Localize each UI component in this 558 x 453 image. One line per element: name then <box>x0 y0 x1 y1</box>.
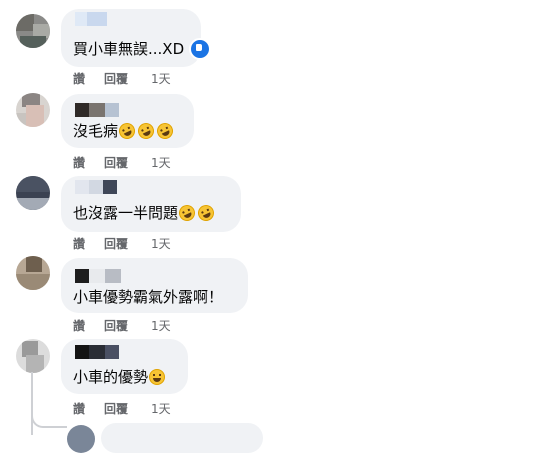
comment-text: 也沒露一半問題 <box>73 204 179 222</box>
comment-text-row: 買小車無誤...XD <box>73 38 212 60</box>
reply-link[interactable]: 回覆 <box>104 70 151 87</box>
author-name[interactable] <box>75 103 119 117</box>
comment-actions: 讚 回覆 1天 <box>73 400 171 417</box>
comment-text: 買小車無誤...XD <box>73 40 185 58</box>
comment-text: 小車的優勢 <box>73 368 149 386</box>
reply-bubble <box>101 423 263 453</box>
like-link[interactable]: 讚 <box>73 235 104 252</box>
author-name[interactable] <box>75 269 121 283</box>
comment-text-row: 小車優勢霸氣外露啊！ <box>73 287 223 307</box>
comment-actions: 讚 回覆 1天 <box>73 154 171 171</box>
comment-bubble: 沒毛病 <box>61 94 194 148</box>
avatar[interactable] <box>16 14 50 48</box>
comment-bubble: 買小車無誤...XD <box>61 9 212 67</box>
author-name[interactable] <box>75 345 119 359</box>
comment-text: 沒毛病 <box>73 122 119 140</box>
comment-timestamp[interactable]: 1天 <box>151 154 171 171</box>
reply-link[interactable]: 回覆 <box>104 154 151 171</box>
like-link[interactable]: 讚 <box>73 400 104 417</box>
comment-text-row: 小車的優勢 <box>73 367 166 387</box>
like-reaction-icon[interactable] <box>189 38 212 60</box>
comment-timestamp[interactable]: 1天 <box>151 317 171 334</box>
reply-avatar[interactable] <box>67 425 95 453</box>
comment-bubble: 小車的優勢 <box>61 339 188 394</box>
like-link[interactable]: 讚 <box>73 317 104 334</box>
reply-thread-connector <box>31 408 67 428</box>
comment-text: 小車優勢霸氣外露啊！ <box>73 288 224 306</box>
author-name[interactable] <box>75 180 117 194</box>
avatar[interactable] <box>16 339 50 373</box>
comment-bubble: 小車優勢霸氣外露啊！ <box>61 258 248 313</box>
rolling-on-floor-laughing-emoji <box>195 202 217 224</box>
comment-bubble: 也沒露一半問題 <box>61 176 241 232</box>
comment-actions: 讚 回覆 1天 <box>73 235 171 252</box>
like-link[interactable]: 讚 <box>73 70 104 87</box>
comment-text-row: 沒毛病 <box>73 120 176 142</box>
comment-actions: 讚 回覆 1天 <box>73 70 171 87</box>
reply-link[interactable]: 回覆 <box>104 317 151 334</box>
rolling-on-floor-laughing-emoji <box>135 120 157 142</box>
comment-text-row: 也沒露一半問題 <box>73 202 217 224</box>
rolling-on-floor-laughing-emoji <box>154 120 176 142</box>
like-link[interactable]: 讚 <box>73 154 104 171</box>
author-name[interactable] <box>75 12 107 26</box>
avatar[interactable] <box>16 256 50 290</box>
reply-link[interactable]: 回覆 <box>104 400 151 417</box>
comment-timestamp[interactable]: 1天 <box>151 235 171 252</box>
avatar[interactable] <box>16 176 50 210</box>
rolling-on-floor-laughing-emoji <box>176 202 198 224</box>
comment-timestamp[interactable]: 1天 <box>151 70 171 87</box>
avatar[interactable] <box>16 93 50 127</box>
comment-actions: 讚 回覆 1天 <box>73 317 171 334</box>
reply-link[interactable]: 回覆 <box>104 235 151 252</box>
comment-timestamp[interactable]: 1天 <box>151 400 171 417</box>
reply-thread-line <box>31 372 33 435</box>
rolling-on-floor-laughing-emoji <box>116 120 138 142</box>
grinning-squinting-face-emoji <box>149 369 166 385</box>
